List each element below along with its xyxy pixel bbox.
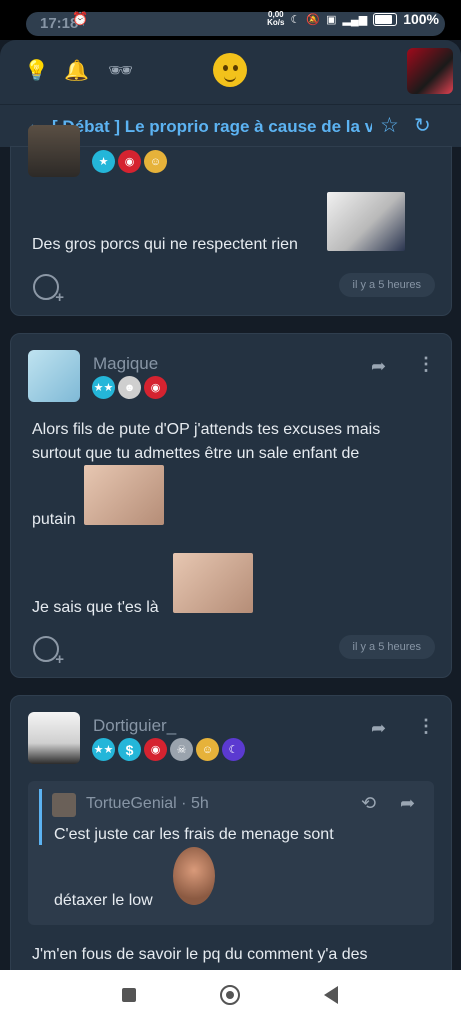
add-reaction-icon[interactable] — [33, 636, 64, 668]
post-time: il y a 5 heures — [338, 635, 435, 659]
back-button[interactable] — [324, 986, 338, 1004]
lightbulb-icon[interactable]: 💡 — [24, 58, 49, 83]
clown-badge-icon: ◉ — [144, 738, 167, 761]
add-reaction-icon[interactable] — [33, 274, 64, 306]
badges: ★★ ☻ ◉ — [92, 376, 167, 399]
post-avatar[interactable] — [28, 350, 80, 402]
refresh-icon[interactable]: ↻ — [414, 113, 431, 138]
post-text: J'm'en fous de savoir le pq du comment y… — [32, 946, 368, 963]
battery-icon — [373, 12, 398, 26]
badges: ★ ◉ ☺ — [92, 150, 167, 173]
clown-badge-icon: ◉ — [118, 150, 141, 173]
post-avatar[interactable] — [28, 125, 80, 177]
moon-icon: ☾ — [290, 13, 301, 26]
star-badge-icon: ★★ — [92, 376, 115, 399]
post-text-line: putain — [32, 511, 76, 528]
sticker-image — [84, 465, 164, 525]
portrait-badge-icon: ☻ — [118, 376, 141, 399]
quoted-message: TortueGenial · 5h ⟲ ➦ C'est juste car le… — [28, 781, 434, 925]
mute-icon: 🔕 — [306, 13, 321, 26]
more-options-icon[interactable]: ⋮ — [417, 354, 435, 375]
network-speed: 0,00 Ko/s — [267, 10, 285, 27]
status-bar: 17:18 ⏰ 0,00 Ko/s ☾ 🔕 ▣ ▂▄▆ 100% — [0, 0, 461, 40]
quote-text-line: C'est juste car les frais de menage sont — [54, 826, 334, 843]
smiley-logo-icon[interactable] — [213, 53, 247, 87]
post-text-line: Alors fils de pute d'OP j'attends tes ex… — [32, 421, 381, 438]
share-icon[interactable]: ➦ — [371, 718, 386, 739]
system-nav-bar — [0, 970, 461, 1024]
bell-icon[interactable]: 🔔 — [64, 58, 89, 83]
quote-text-line: détaxer le low — [54, 892, 153, 909]
post-avatar[interactable] — [28, 712, 80, 764]
quote-avatar[interactable] — [52, 793, 76, 817]
dollar-badge-icon: $ — [118, 738, 141, 761]
post-card: Dortiguier_ ★★ $ ◉ ☠ ☺ ☾ ➦ ⋮ TortueGenia… — [10, 695, 452, 987]
star-badge-icon: ★★ — [92, 738, 115, 761]
post-username[interactable]: Magique — [93, 354, 158, 374]
share-icon[interactable]: ➦ — [371, 356, 386, 377]
incognito-icon[interactable]: 🕶 — [108, 58, 133, 83]
quote-bar — [39, 789, 42, 845]
face-badge-icon: ☺ — [196, 738, 219, 761]
sticker-image — [173, 553, 253, 613]
signal-icon: ▂▄▆ — [342, 13, 368, 26]
battery-percent: 100% — [403, 11, 439, 27]
home-button[interactable] — [220, 985, 240, 1005]
post-card: ★ ◉ ☺ Des gros porcs qui ne respectent r… — [10, 125, 452, 316]
clown-badge-icon: ◉ — [144, 376, 167, 399]
recents-button[interactable] — [122, 988, 136, 1002]
user-avatar[interactable] — [407, 48, 453, 94]
moon-badge-icon: ☾ — [222, 738, 245, 761]
alarm-icon: ⏰ — [72, 11, 89, 26]
face-badge-icon: ☺ — [144, 150, 167, 173]
app-header: 💡 🔔 🕶 — [0, 40, 461, 104]
post-text-line: surtout que tu admettes être un sale enf… — [32, 445, 360, 462]
quote-author[interactable]: TortueGenial · 5h — [86, 795, 209, 813]
post-time: il y a 5 heures — [338, 273, 435, 297]
share-icon[interactable]: ➦ — [400, 793, 415, 814]
sticker-image — [173, 847, 215, 905]
more-options-icon[interactable]: ⋮ — [417, 716, 435, 737]
sticker-image — [327, 192, 405, 251]
star-badge-icon: ★ — [92, 150, 115, 173]
volte-icon: ▣ — [326, 13, 337, 26]
post-card: Magique ★★ ☻ ◉ ➦ ⋮ Alors fils de pute d'… — [10, 333, 452, 678]
post-text-line: Je sais que t'es là — [32, 599, 159, 616]
skull-badge-icon: ☠ — [170, 738, 193, 761]
history-icon[interactable]: ⟲ — [361, 793, 376, 814]
topic-title: [ Débat ] Le proprio rage à cause de la … — [52, 117, 372, 136]
badges: ★★ $ ◉ ☠ ☺ ☾ — [92, 738, 245, 761]
star-icon[interactable]: ☆ — [380, 113, 399, 138]
post-username[interactable]: Dortiguier_ — [93, 716, 176, 736]
post-text: Des gros porcs qui ne respectent rien — [32, 236, 298, 253]
status-icons: 0,00 Ko/s ☾ 🔕 ▣ ▂▄▆ 100% — [267, 10, 439, 28]
